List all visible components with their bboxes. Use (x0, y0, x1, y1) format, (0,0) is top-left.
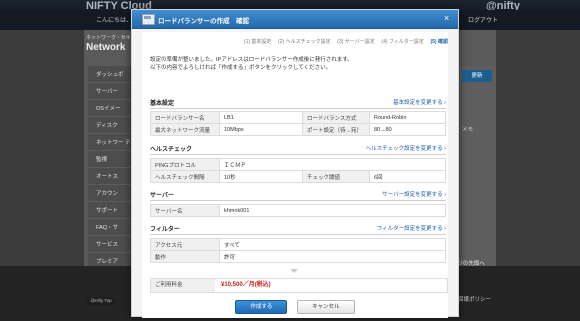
intro-line-1: 設定の準備が整いました。IPアドレスはロードバランサー作成後に発行されます。 (150, 57, 353, 63)
create-loadbalancer-dialog: ロードバランサーの作成 確認 × (1) 基本設定 (2) ヘルスチェック設定 … (131, 9, 459, 318)
right-panel (460, 66, 496, 266)
logout-link[interactable]: ログアウト (468, 15, 498, 24)
close-icon[interactable]: × (441, 13, 452, 24)
section-healthcheck: ヘルスチェック ヘルスチェック設定を変更する (150, 144, 446, 155)
network-label: ネットワーク・セキュ (86, 35, 136, 41)
action-value: 許可 (219, 250, 446, 263)
memo-label: メモ (462, 127, 474, 133)
section-basic-heading: 基本設定 (150, 101, 175, 107)
section-filter: フィルター フィルター設定を変更する (150, 224, 446, 235)
privacy-link[interactable]: 保護ポリシー (458, 295, 491, 303)
step-basic: (1) 基本設定 (243, 39, 272, 45)
greeting-text: こんにちは、 (96, 18, 133, 24)
step-healthcheck: (2) ヘルスチェック設定 (278, 39, 331, 45)
dialog-title: ロードバランサーの作成 確認 (158, 18, 249, 25)
table-row: PINGプロトコル ＩＣＭＰ (150, 158, 446, 171)
cancel-button[interactable]: キャンセル (297, 300, 355, 314)
port-value: 80→80 (369, 123, 446, 136)
dialog-buttons: 作成する キャンセル (142, 300, 448, 314)
create-button[interactable]: 作成する (235, 300, 288, 314)
lb-method-value: Round-Robin (369, 111, 446, 124)
access-source-value: すべて (219, 238, 446, 251)
section-server: サーバー サーバー設定を変更する (150, 190, 446, 201)
access-source-label: アクセス元 (150, 238, 220, 251)
intro-text: 設定の準備が整いました。IPアドレスはロードバランサー作成後に発行されます。 以… (150, 56, 353, 72)
lb-name-label: ロードバランサー名 (150, 111, 220, 124)
threshold-value: 6回 (369, 170, 446, 183)
edit-basic-link[interactable]: 基本設定を変更する (393, 98, 446, 106)
step-confirm: (5) 確認 (430, 39, 448, 45)
server-name-label: サーバー名 (150, 204, 220, 217)
basic-table: ロードバランサー名 LB1 ロードバランス方式 Round-Robin 最大ネッ… (150, 111, 446, 136)
max-network-label: 最大ネットワーク流量 (150, 123, 220, 136)
healthcheck-table: PINGプロトコル ＩＣＭＰ ヘルスチェック間隔 10秒 チェック閾値 6回 (150, 158, 446, 183)
table-row: サーバー名 khmnk001 (150, 204, 446, 217)
nifty-top-badge[interactable]: @nifty Top (86, 297, 116, 305)
fee-box: ご利用料金 ¥10,500／月(税込) (150, 278, 448, 293)
dialog-header: ロードバランサーの作成 確認 × (132, 10, 458, 29)
table-row: ヘルスチェック間隔 10秒 チェック閾値 6回 (150, 170, 446, 183)
table-row: 動作 許可 (150, 250, 446, 263)
fee-value: ¥10,500／月(税込) (221, 282, 271, 288)
step-filter: (4) フィルター設定 (381, 39, 424, 45)
server-name-value: khmnk001 (219, 204, 446, 217)
section-filter-heading: フィルター (150, 227, 180, 233)
max-network-value: 10Mbps (219, 123, 303, 136)
port-label: ポート設定（待→宛） (302, 123, 370, 136)
network-title: Network (86, 42, 126, 53)
ping-protocol-value: ＩＣＭＰ (219, 158, 446, 171)
dialog-body: (1) 基本設定 (2) ヘルスチェック設定 (3) サーバー設定 (4) フィ… (142, 32, 448, 318)
interval-label: ヘルスチェック間隔 (150, 170, 220, 183)
threshold-label: チェック閾値 (302, 170, 370, 183)
fee-label: ご利用料金 (151, 279, 215, 292)
step-server: (3) サーバー設定 (337, 39, 375, 45)
lb-name-value: LB1 (219, 111, 303, 124)
interval-value: 10秒 (219, 170, 303, 183)
table-row: ロードバランサー名 LB1 ロードバランス方式 Round-Robin (150, 111, 446, 124)
lb-method-label: ロードバランス方式 (302, 111, 370, 124)
ping-protocol-label: PINGプロトコル (150, 158, 220, 171)
wizard-steps: (1) 基本設定 (2) ヘルスチェック設定 (3) サーバー設定 (4) フィ… (142, 38, 448, 48)
refresh-button[interactable]: 更新 (462, 70, 492, 82)
table-row: 最大ネットワーク流量 10Mbps ポート設定（待→宛） 80→80 (150, 123, 446, 136)
intro-line-2: 以下の内容でよろしければ「作成する」ボタンをクリックしてください。 (150, 65, 332, 71)
chevron-down-icon (290, 269, 298, 273)
section-server-heading: サーバー (150, 193, 174, 199)
table-row: アクセス元 すべて (150, 238, 446, 251)
edit-filter-link[interactable]: フィルター設定を変更する (377, 224, 446, 232)
edit-server-link[interactable]: サーバー設定を変更する (382, 190, 446, 198)
section-basic: 基本設定 基本設定を変更する (150, 98, 446, 109)
filter-table: アクセス元 すべて 動作 許可 (150, 238, 446, 263)
edit-healthcheck-link[interactable]: ヘルスチェック設定を変更する (366, 144, 446, 152)
action-label: 動作 (150, 250, 220, 263)
section-healthcheck-heading: ヘルスチェック (150, 147, 193, 153)
server-icon (142, 14, 155, 25)
server-table: サーバー名 khmnk001 (150, 204, 446, 217)
